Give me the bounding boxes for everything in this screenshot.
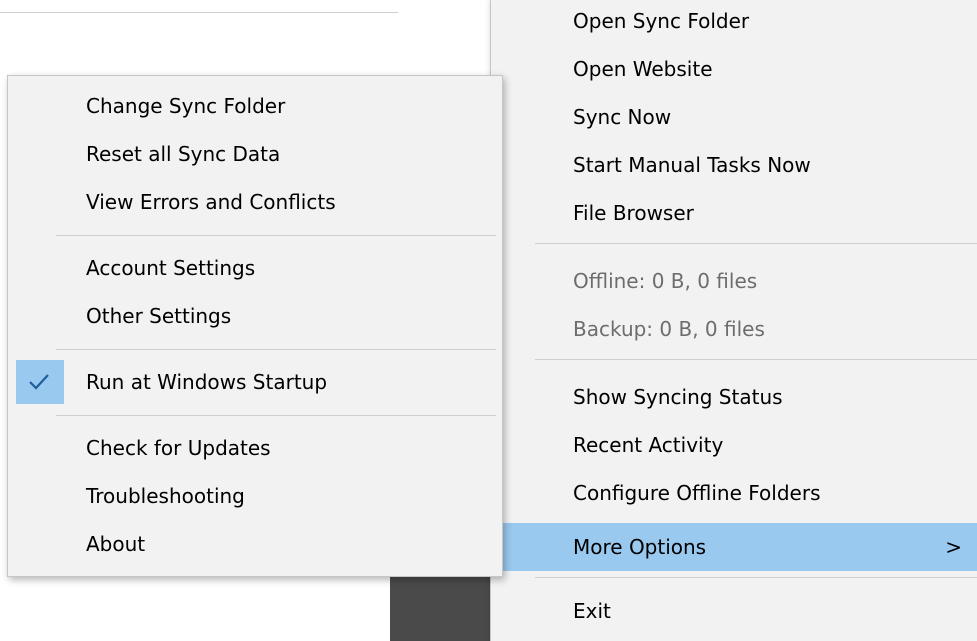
menu-item-label: Configure Offline Folders bbox=[573, 481, 821, 505]
menu-separator bbox=[535, 577, 977, 578]
menu-item-troubleshooting[interactable]: Troubleshooting bbox=[8, 472, 502, 520]
menu-item-label: Open Website bbox=[573, 57, 713, 81]
offline-status-label: Offline: 0 B, 0 files bbox=[573, 269, 758, 293]
menu-item-open-sync-folder[interactable]: Open Sync Folder bbox=[491, 0, 977, 45]
menu-item-file-browser[interactable]: File Browser bbox=[491, 189, 977, 237]
chevron-right-icon: > bbox=[945, 535, 962, 559]
menu-item-label: View Errors and Conflicts bbox=[86, 190, 336, 214]
menu-item-configure-offline-folders[interactable]: Configure Offline Folders bbox=[491, 469, 977, 517]
tray-context-menu: Open Sync Folder Open Website Sync Now S… bbox=[490, 0, 977, 641]
desktop: Open Sync Folder Open Website Sync Now S… bbox=[0, 0, 977, 641]
menu-item-other-settings[interactable]: Other Settings bbox=[8, 292, 502, 340]
menu-item-label: More Options bbox=[573, 535, 707, 559]
menu-item-label: Open Sync Folder bbox=[573, 9, 750, 33]
menu-item-label: Account Settings bbox=[86, 256, 256, 280]
menu-item-label: Exit bbox=[573, 599, 611, 623]
menu-item-more-options[interactable]: More Options > bbox=[491, 523, 977, 571]
menu-item-run-at-startup[interactable]: Run at Windows Startup bbox=[8, 358, 502, 406]
menu-item-recent-activity[interactable]: Recent Activity bbox=[491, 421, 977, 469]
menu-separator bbox=[56, 415, 496, 416]
menu-item-label: File Browser bbox=[573, 201, 694, 225]
menu-item-check-updates[interactable]: Check for Updates bbox=[8, 424, 502, 472]
menu-item-view-errors-conflicts[interactable]: View Errors and Conflicts bbox=[8, 178, 502, 226]
menu-separator bbox=[535, 359, 977, 360]
menu-item-account-settings[interactable]: Account Settings bbox=[8, 244, 502, 292]
menu-item-label: Reset all Sync Data bbox=[86, 142, 281, 166]
menu-item-reset-sync-data[interactable]: Reset all Sync Data bbox=[8, 130, 502, 178]
menu-item-sync-now[interactable]: Sync Now bbox=[491, 93, 977, 141]
menu-item-start-manual-tasks[interactable]: Start Manual Tasks Now bbox=[491, 141, 977, 189]
menu-item-label: Change Sync Folder bbox=[86, 94, 286, 118]
menu-item-open-website[interactable]: Open Website bbox=[491, 45, 977, 93]
menu-item-label: Check for Updates bbox=[86, 436, 271, 460]
checkmark-icon bbox=[29, 374, 49, 390]
menu-item-change-sync-folder[interactable]: Change Sync Folder bbox=[8, 82, 502, 130]
checkmark-highlight bbox=[16, 360, 64, 404]
background-window-edge bbox=[0, 12, 398, 13]
menu-item-label: About bbox=[86, 532, 146, 556]
backup-status-label: Backup: 0 B, 0 files bbox=[573, 317, 765, 341]
menu-item-label: Show Syncing Status bbox=[573, 385, 783, 409]
menu-item-show-syncing-status[interactable]: Show Syncing Status bbox=[491, 373, 977, 421]
menu-item-label: Sync Now bbox=[573, 105, 672, 129]
more-options-submenu: Change Sync Folder Reset all Sync Data V… bbox=[7, 75, 503, 577]
menu-separator bbox=[56, 349, 496, 350]
menu-item-about[interactable]: About bbox=[8, 520, 502, 568]
menu-item-label: Run at Windows Startup bbox=[86, 370, 328, 394]
menu-item-label: Recent Activity bbox=[573, 433, 724, 457]
menu-item-label: Troubleshooting bbox=[86, 484, 245, 508]
menu-item-label: Start Manual Tasks Now bbox=[573, 153, 811, 177]
menu-item-label: Other Settings bbox=[86, 304, 232, 328]
menu-separator bbox=[535, 243, 977, 244]
menu-separator bbox=[56, 235, 496, 236]
offline-status-item: Offline: 0 B, 0 files bbox=[491, 257, 977, 305]
backup-status-item: Backup: 0 B, 0 files bbox=[491, 305, 977, 353]
menu-item-exit[interactable]: Exit bbox=[491, 587, 977, 635]
